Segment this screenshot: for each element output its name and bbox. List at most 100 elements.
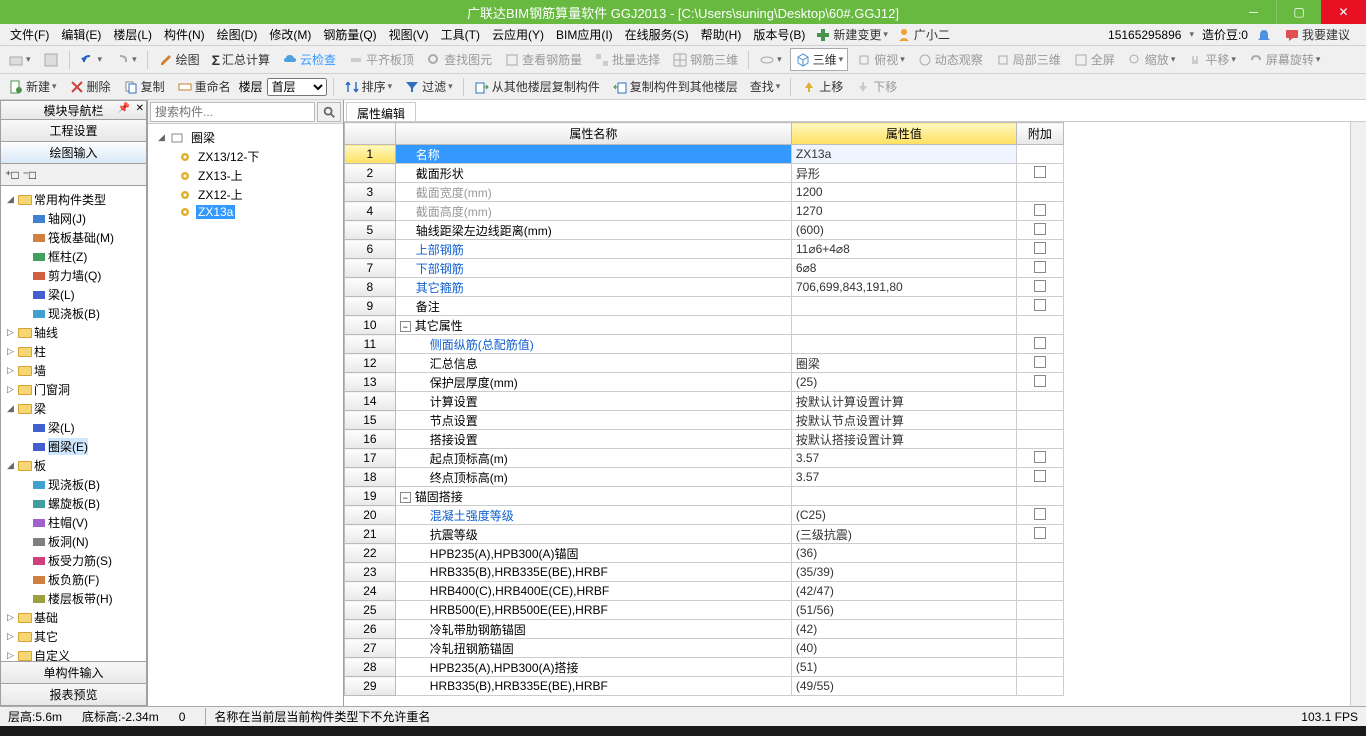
prop-value[interactable]: (51/56) [791,601,1016,620]
property-row[interactable]: 20混凝土强度等级(C25) [345,506,1064,525]
property-row[interactable]: 28HPB235(A),HPB300(A)搭接(51) [345,658,1064,677]
prop-attach[interactable] [1016,506,1063,525]
prop-attach[interactable] [1016,145,1063,164]
prop-attach[interactable] [1016,373,1063,392]
property-row[interactable]: 9备注 [345,297,1064,316]
tree-item[interactable]: 柱帽(V) [1,513,146,532]
property-row[interactable]: 24HRB400(C),HRB400E(CE),HRBF(42/47) [345,582,1064,601]
prop-value[interactable]: 706,699,843,191,80 [791,278,1016,297]
maximize-button[interactable]: ▢ [1276,0,1321,24]
prop-value[interactable]: (三级抗震) [791,525,1016,544]
tree-item[interactable]: 螺旋板(B) [1,494,146,513]
checkbox[interactable] [1034,280,1046,292]
prop-value[interactable]: 3.57 [791,449,1016,468]
col-attach[interactable]: 附加 [1016,123,1063,145]
prop-attach[interactable] [1016,639,1063,658]
property-row[interactable]: 23HRB335(B),HRB335E(BE),HRBF(35/39) [345,563,1064,582]
search-button[interactable] [317,102,341,122]
property-row[interactable]: 17起点顶标高(m)3.57 [345,449,1064,468]
find-view-button[interactable]: 查找图元 [422,49,496,70]
sum-button[interactable]: Σ 汇总计算 [208,49,274,70]
tree-item[interactable]: 框柱(Z) [1,247,146,266]
prop-attach[interactable] [1016,221,1063,240]
menu-modify[interactable]: 修改(M) [263,26,317,43]
prop-attach[interactable] [1016,430,1063,449]
prop-value[interactable]: 异形 [791,164,1016,183]
prop-attach[interactable] [1016,525,1063,544]
component-item[interactable]: ◢ 圈梁 [148,128,343,147]
prop-value[interactable]: (35/39) [791,563,1016,582]
prop-attach[interactable] [1016,259,1063,278]
close-button[interactable]: ✕ [1321,0,1366,24]
prop-attach[interactable] [1016,620,1063,639]
menu-version[interactable]: 版本号(B) [747,26,811,43]
tree-item[interactable]: ◢ 板 [1,456,146,475]
report-preview-button[interactable]: 报表预览 [0,684,147,706]
property-row[interactable]: 4截面高度(mm)1270 [345,202,1064,221]
copy-button[interactable]: 复制 [119,76,169,97]
property-grid[interactable]: 属性名称 属性值 附加 1名称ZX13a2截面形状异形3截面宽度(mm)1200… [344,122,1350,706]
prop-value[interactable]: 3.57 [791,468,1016,487]
view-rebar-button[interactable]: 查看钢筋量 [500,49,586,70]
down-button[interactable]: 下移 [851,76,901,97]
three-d-button[interactable]: 三维▾ [790,48,849,71]
property-row[interactable]: 3截面宽度(mm)1200 [345,183,1064,202]
checkbox[interactable] [1034,451,1046,463]
prop-value[interactable] [791,335,1016,354]
property-row[interactable]: 12汇总信息圈梁 [345,354,1064,373]
menu-component[interactable]: 构件(N) [158,26,211,43]
prop-value[interactable]: (36) [791,544,1016,563]
prop-value[interactable]: (25) [791,373,1016,392]
tree-item[interactable]: 轴网(J) [1,209,146,228]
prop-value[interactable]: (49/55) [791,677,1016,696]
prop-value[interactable]: (40) [791,639,1016,658]
tree-item[interactable]: ▷ 自定义 [1,646,146,662]
new-button[interactable]: 新建▾ [4,76,61,97]
single-input-button[interactable]: 单构件输入 [0,662,147,684]
property-row[interactable]: 10−其它属性 [345,316,1064,335]
filter-button[interactable]: 过滤▾ [400,76,457,97]
save-button[interactable] [39,50,63,70]
redo-button[interactable]: ▾ [110,50,141,70]
property-row[interactable]: 1名称ZX13a [345,145,1064,164]
prop-value[interactable]: (C25) [791,506,1016,525]
menu-rebar[interactable]: 钢筋量(Q) [317,26,382,43]
tree-item[interactable]: 板负筋(F) [1,570,146,589]
prop-value[interactable]: 1270 [791,202,1016,221]
tree-item[interactable]: 板洞(N) [1,532,146,551]
user-button[interactable]: 广小二 [892,24,954,45]
prop-value[interactable]: 1200 [791,183,1016,202]
prop-attach[interactable] [1016,468,1063,487]
property-row[interactable]: 22HPB235(A),HPB300(A)锚固(36) [345,544,1064,563]
two-d-button[interactable]: ▾ [755,50,786,70]
prop-attach[interactable] [1016,183,1063,202]
project-settings-button[interactable]: 工程设置 [0,120,147,142]
tree-item[interactable]: ▷ 轴线 [1,323,146,342]
prop-value[interactable]: (42/47) [791,582,1016,601]
sort-button[interactable]: 排序▾ [340,76,397,97]
prop-attach[interactable] [1016,392,1063,411]
prop-value[interactable]: 圈梁 [791,354,1016,373]
property-row[interactable]: 29HRB335(B),HRB335E(BE),HRBF(49/55) [345,677,1064,696]
tree-item[interactable]: ▷ 其它 [1,627,146,646]
search-input[interactable] [150,102,315,122]
prop-attach[interactable] [1016,354,1063,373]
rebar-3d-button[interactable]: 钢筋三维 [668,49,742,70]
checkbox[interactable] [1034,204,1046,216]
component-item[interactable]: ZX13/12-下 [148,147,343,166]
prop-value[interactable]: 11⌀6+4⌀8 [791,240,1016,259]
prop-attach[interactable] [1016,563,1063,582]
zoom-button[interactable]: 缩放▾ [1123,49,1180,70]
checkbox[interactable] [1034,242,1046,254]
tree-item[interactable]: 板受力筋(S) [1,551,146,570]
tree-item[interactable]: 梁(L) [1,418,146,437]
menu-edit[interactable]: 编辑(E) [55,26,107,43]
prop-attach[interactable] [1016,297,1063,316]
drawing-input-button[interactable]: 绘图输入 [0,142,147,164]
property-row[interactable]: 6上部钢筋11⌀6+4⌀8 [345,240,1064,259]
component-item[interactable]: ZX13a [148,204,343,220]
menu-bim[interactable]: BIM应用(I) [550,26,619,43]
menu-draw[interactable]: 绘图(D) [211,26,264,43]
checkbox[interactable] [1034,375,1046,387]
component-tree[interactable]: ◢ 圈梁 ZX13/12-下 ZX13-上 ZX12-上 ZX13a [148,124,343,706]
